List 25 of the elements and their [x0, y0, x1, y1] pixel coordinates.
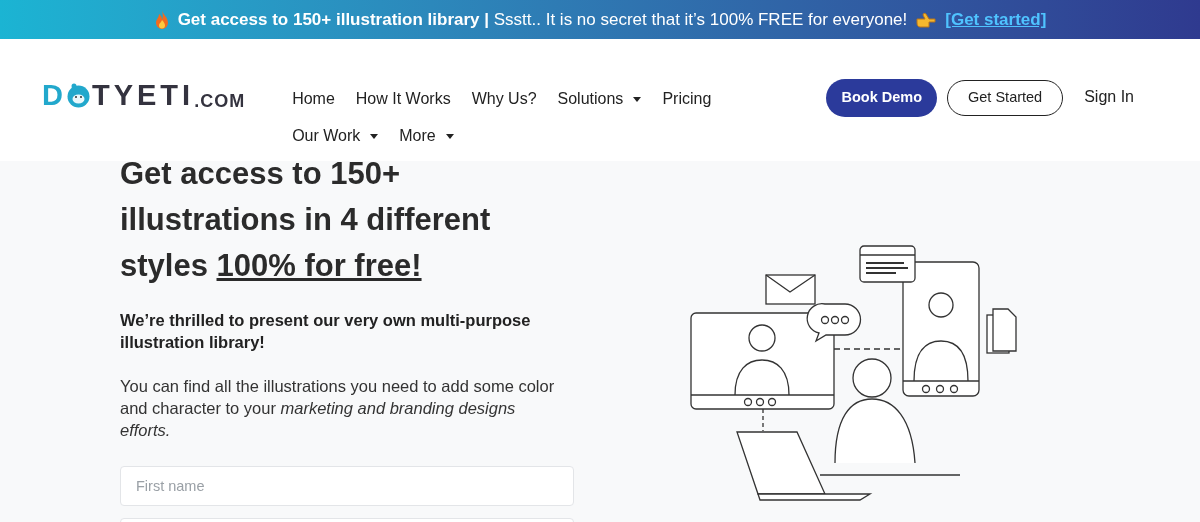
pointing-hand-icon — [915, 11, 938, 28]
book-demo-button[interactable]: Book Demo — [826, 79, 938, 117]
logo-text: TYETI — [91, 81, 195, 110]
hero-subheading: We’re thrilled to present our very own multi-purpose illustration library! — [120, 310, 532, 353]
nav-link[interactable]: Our Work — [292, 126, 379, 146]
get-started-button[interactable]: Get Started — [947, 80, 1064, 116]
fire-icon — [153, 9, 170, 30]
nav-link[interactable]: Pricing — [662, 89, 712, 109]
logo-text: D — [42, 81, 65, 110]
caret-icon — [445, 133, 454, 139]
get-started-link[interactable]: [Get started] — [945, 6, 1047, 33]
logo-text: .COM — [194, 92, 246, 110]
hero-heading: Get access to 150+ illustrations in 4 different styles 100% for free! — [120, 161, 492, 285]
input-field[interactable]: First name — [120, 466, 574, 506]
nav-link[interactable]: More — [399, 126, 454, 146]
nav-link[interactable]: How It Works — [355, 89, 451, 109]
promo-text: Get access to 150+ illustration library | Ssstt.. It is no secret that it’s 100% FREE for everyone! — [177, 8, 908, 31]
hero-paragraph: You can find all the illustrations you need to add some color and character to your marketing and branding designs efforts. — [120, 376, 556, 441]
nav-link[interactable]: Why Us? — [471, 89, 537, 109]
caret-icon — [633, 96, 642, 102]
yeti-face-icon — [65, 83, 91, 108]
sign-in-link[interactable]: Sign In — [1084, 84, 1134, 112]
nav-link[interactable]: Home — [292, 89, 335, 109]
caret-icon — [370, 133, 379, 139]
nav-link[interactable]: Solutions — [557, 89, 642, 109]
